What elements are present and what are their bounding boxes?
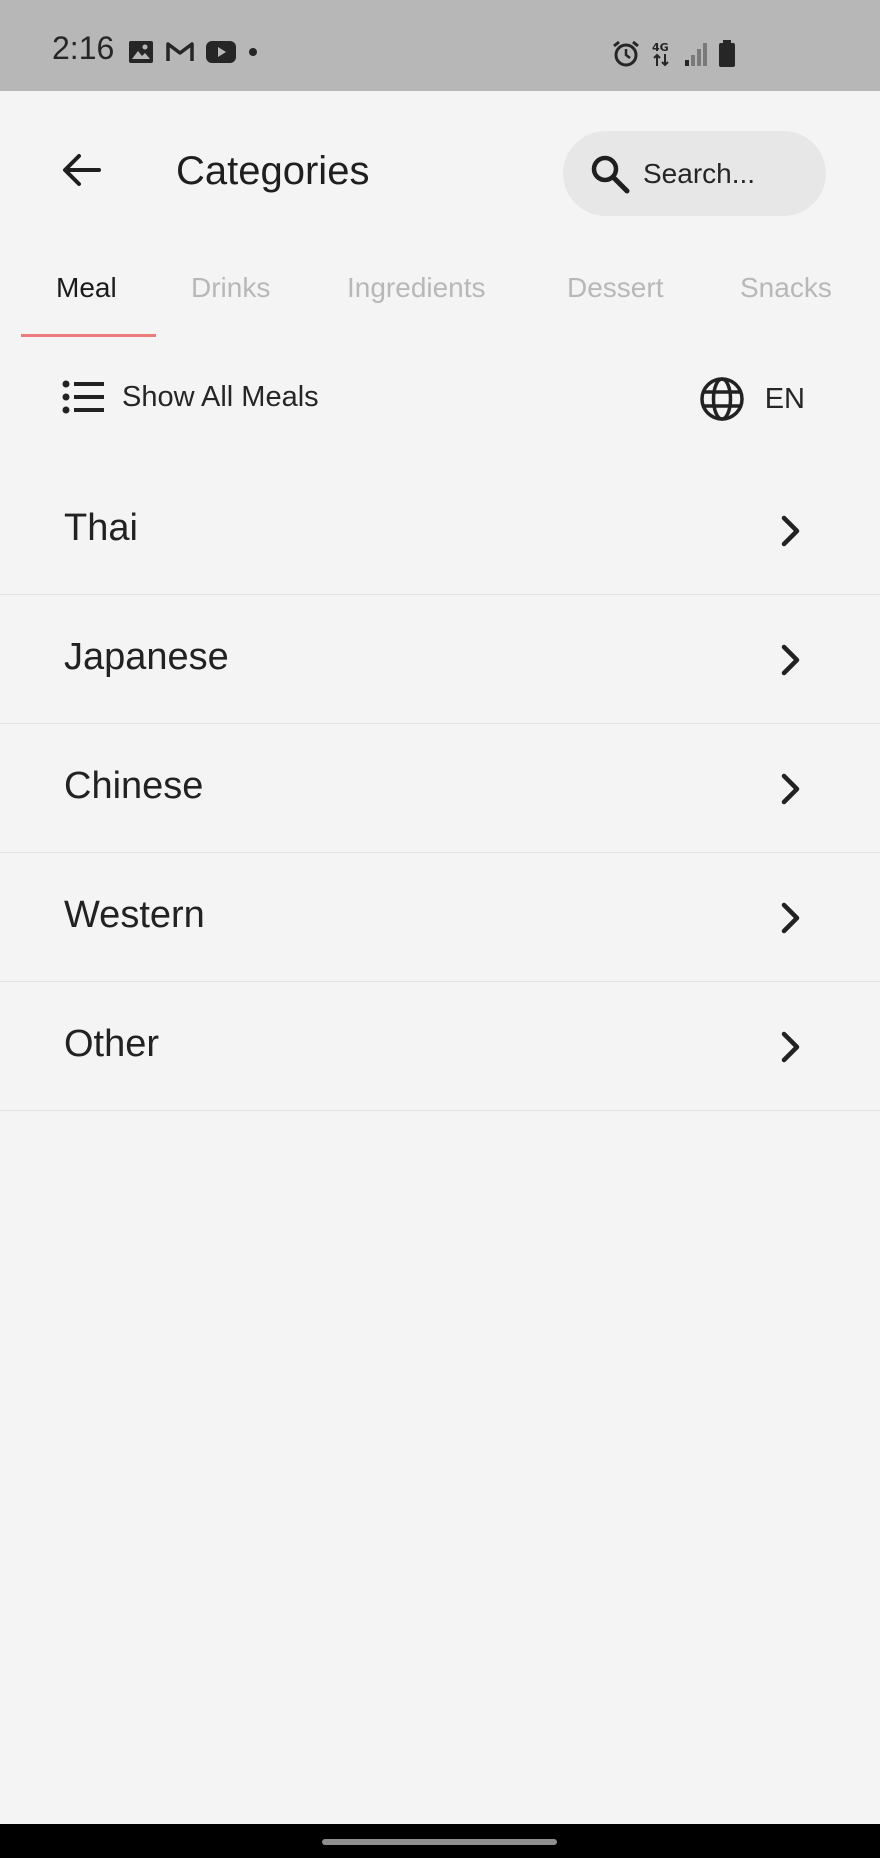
app-bar: Categories Search... [0, 91, 880, 241]
back-button[interactable] [54, 143, 108, 197]
network-4g-icon: 4G [652, 41, 669, 67]
image-notification-icon [129, 41, 153, 63]
youtube-icon [206, 41, 236, 63]
list-item-label: Japanese [64, 636, 229, 678]
list-item-other[interactable]: Other [0, 982, 880, 1111]
signal-icon [685, 43, 707, 66]
show-all-meals-button[interactable]: Show All Meals [62, 379, 319, 415]
notification-icons [128, 40, 258, 64]
tab-dessert[interactable]: Dessert [567, 272, 663, 304]
list-item-chinese[interactable]: Chinese [0, 724, 880, 853]
arrow-back-icon [63, 154, 101, 186]
chevron-right-icon [776, 513, 806, 549]
page-title: Categories [176, 149, 370, 193]
tab-indicator [21, 334, 156, 337]
list-item-thai[interactable]: Thai [0, 466, 880, 595]
status-bar: 2:16 4G [0, 0, 880, 91]
svg-text:4G: 4G [652, 41, 669, 54]
tab-ingredients[interactable]: Ingredients [347, 272, 486, 304]
language-button[interactable]: EN [699, 376, 805, 422]
chevron-right-icon [776, 900, 806, 936]
chevron-right-icon [776, 642, 806, 678]
list-toolbar: Show All Meals EN [0, 365, 880, 437]
chevron-right-icon [776, 1029, 806, 1065]
language-label: EN [764, 382, 805, 415]
tab-snacks[interactable]: Snacks [740, 272, 832, 304]
list-item-label: Other [64, 1023, 160, 1065]
category-tabs: Meal Drinks Ingredients Dessert Snacks [0, 252, 880, 338]
gmail-icon [166, 42, 194, 61]
list-item-western[interactable]: Western [0, 853, 880, 982]
alarm-icon [613, 40, 639, 67]
tab-drinks[interactable]: Drinks [191, 272, 270, 304]
list-item-japanese[interactable]: Japanese [0, 595, 880, 724]
list-item-label: Thai [64, 507, 138, 549]
battery-icon [719, 40, 735, 67]
home-gesture-handle[interactable] [322, 1839, 557, 1845]
tab-meal[interactable]: Meal [56, 272, 117, 304]
list-item-label: Western [64, 894, 205, 936]
system-icons: 4G [612, 40, 736, 68]
search-icon [591, 155, 630, 193]
more-notifications-dot-icon [249, 48, 257, 56]
system-navigation-bar [0, 1824, 880, 1858]
status-time: 2:16 [52, 30, 115, 66]
list-item-label: Chinese [64, 765, 204, 807]
list-icon [62, 380, 104, 414]
search-placeholder: Search... [643, 157, 756, 189]
show-all-meals-label: Show All Meals [122, 380, 319, 413]
category-list: Thai Japanese Chinese Western Other [0, 466, 880, 1111]
globe-icon [699, 377, 744, 421]
search-input[interactable]: Search... [563, 131, 826, 216]
chevron-right-icon [776, 771, 806, 807]
